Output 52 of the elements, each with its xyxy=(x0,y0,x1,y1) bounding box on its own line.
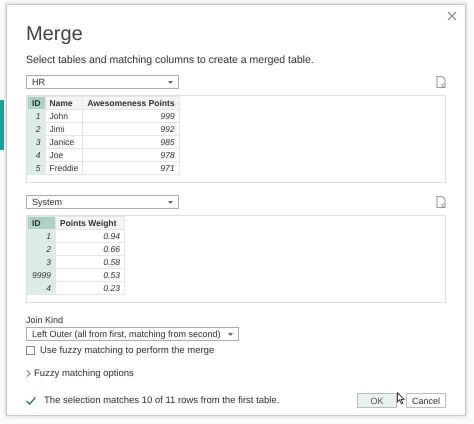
table-cell: 0.66 xyxy=(55,242,124,256)
close-icon[interactable] xyxy=(447,11,457,21)
table-cell: 0.53 xyxy=(55,268,124,282)
column-header[interactable]: Awesomeness Points xyxy=(82,96,180,110)
caret-icon xyxy=(228,332,233,336)
table-cell: 4 xyxy=(28,148,45,162)
instruction-text: Select tables and matching columns to create a merged table. xyxy=(26,54,315,66)
table-cell: 971 xyxy=(82,162,180,174)
fuzzy-options-toggle[interactable]: Fuzzy matching options xyxy=(34,368,134,379)
table-cell: 4 xyxy=(28,282,56,294)
table-dropdown[interactable]: HR xyxy=(26,75,179,89)
caret-icon xyxy=(168,200,173,204)
join-kind-dropdown[interactable]: Left Outer (all from first, matching from second) xyxy=(26,327,239,341)
ok-button[interactable]: OK xyxy=(357,393,397,408)
caret-icon xyxy=(168,80,173,84)
table-cell: 9999 xyxy=(28,268,56,282)
column-header[interactable]: Points Weight xyxy=(55,216,124,230)
dialog-title: Merge xyxy=(26,23,84,46)
table-cell: 0.94 xyxy=(55,230,124,242)
checkbox-label: Use fuzzy matching to perform the merge xyxy=(40,345,214,356)
table-cell: Jimi xyxy=(45,122,83,136)
table-cell: 978 xyxy=(82,148,180,162)
table-cell: 985 xyxy=(82,136,180,148)
table-cell: 992 xyxy=(82,122,180,136)
table-cell: 2 xyxy=(28,122,45,136)
table-cell: 999 xyxy=(82,110,180,122)
join-kind-label: Join Kind xyxy=(26,315,64,325)
table-cell: Janice xyxy=(45,136,83,148)
table-cell: John xyxy=(45,110,83,122)
column-header[interactable]: ID xyxy=(28,216,56,230)
cancel-button[interactable]: Cancel xyxy=(406,393,446,408)
side-panel-strip xyxy=(0,100,4,150)
table-cell: 5 xyxy=(28,162,45,174)
table-cell: 0.58 xyxy=(55,256,124,268)
table-cell: Freddie xyxy=(45,162,83,174)
column-header[interactable]: ID xyxy=(28,96,45,110)
column-header[interactable]: Name xyxy=(45,96,83,110)
chevron-icon[interactable] xyxy=(26,370,31,377)
document-icon[interactable] xyxy=(436,196,446,208)
table-cell: 0.23 xyxy=(55,282,124,294)
status-message: The selection matches 10 of 11 rows from the first table. xyxy=(44,395,280,406)
cursor-icon xyxy=(397,392,405,405)
table-cell: 1 xyxy=(28,110,45,122)
checkbox[interactable] xyxy=(26,346,35,355)
table-dropdown[interactable]: System xyxy=(26,195,179,209)
table-cell: 3 xyxy=(28,136,45,148)
table-cell: 2 xyxy=(28,242,56,256)
table-cell: 1 xyxy=(28,230,56,242)
table-cell: 3 xyxy=(28,256,56,268)
document-icon[interactable] xyxy=(436,76,446,88)
checkmark-icon xyxy=(26,396,36,404)
table-cell: Joe xyxy=(45,148,83,162)
